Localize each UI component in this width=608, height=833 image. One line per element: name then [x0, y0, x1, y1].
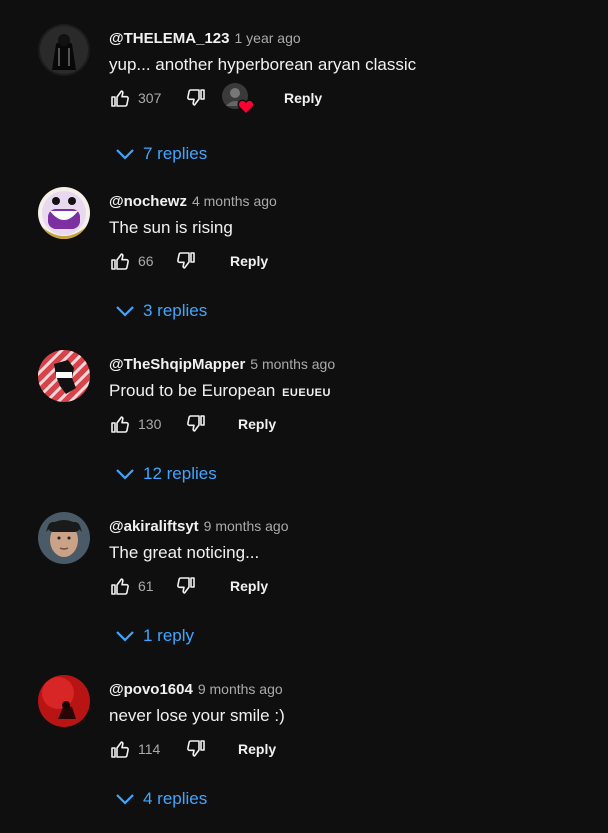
- replies-label: 1 reply: [143, 626, 195, 645]
- dislike-button[interactable]: [174, 574, 198, 598]
- like-count: 114: [138, 741, 161, 757]
- comment-text: never lose your smile :): [109, 706, 285, 726]
- timestamp[interactable]: 9 months ago: [204, 518, 289, 534]
- comment-thread: @THELEMA_123 1 year ago yup... another hy…: [0, 20, 608, 182]
- avatar[interactable]: [38, 512, 90, 564]
- avatar[interactable]: [38, 350, 90, 402]
- dislike-button[interactable]: [174, 249, 198, 273]
- dislike-button[interactable]: [184, 86, 208, 110]
- view-replies-button[interactable]: 3 replies: [113, 299, 207, 327]
- like-count: 66: [138, 253, 154, 269]
- comment-text: The sun is rising: [109, 218, 233, 238]
- thumbs-up-icon: [111, 578, 129, 595]
- comment-text: yup... another hyperborean aryan classic: [109, 55, 416, 75]
- thumbs-down-icon: [187, 89, 205, 106]
- comment-header: @TheShqipMapper 5 months ago: [109, 356, 335, 374]
- timestamp[interactable]: 1 year ago: [235, 30, 301, 46]
- timestamp[interactable]: 9 months ago: [198, 681, 283, 697]
- author-name[interactable]: @THELEMA_123: [109, 30, 230, 47]
- view-replies-button[interactable]: 1 reply: [113, 624, 194, 652]
- thumbs-up-icon: [111, 416, 129, 433]
- dislike-button[interactable]: [184, 412, 208, 436]
- like-count: 61: [138, 578, 154, 594]
- thumbs-down-icon: [187, 740, 205, 757]
- comment-text-main: The sun is rising: [109, 218, 233, 237]
- dark-figure-avatar-icon: [38, 24, 90, 76]
- comment-text: The great noticing...: [109, 543, 259, 563]
- reply-button[interactable]: Reply: [284, 90, 322, 106]
- thumbs-down-icon: [177, 252, 195, 269]
- thumbs-down-icon: [177, 577, 195, 594]
- timestamp[interactable]: 4 months ago: [192, 193, 277, 209]
- chevron-down-icon: [116, 306, 134, 317]
- comment-text: Proud to be European EUEUEU: [109, 381, 331, 401]
- comment-thread: @povo1604 9 months ago never lose your sm…: [0, 671, 608, 833]
- avatar[interactable]: [38, 24, 90, 76]
- comment-text-main: The great noticing...: [109, 543, 260, 562]
- replies-label: 4 replies: [143, 789, 208, 808]
- thumbs-up-icon: [111, 253, 129, 270]
- author-name[interactable]: @nochewz: [109, 193, 187, 210]
- comment-header: @akiraliftsyt 9 months ago: [109, 518, 289, 536]
- comment-text-main: never lose your smile :): [109, 706, 285, 725]
- like-count: 130: [138, 416, 162, 432]
- chevron-down-icon: [116, 149, 134, 160]
- like-count: 307: [138, 90, 162, 106]
- comment-header: @nochewz 4 months ago: [109, 193, 277, 211]
- striped-map-avatar-icon: [38, 350, 90, 402]
- reply-button[interactable]: Reply: [238, 741, 276, 757]
- like-button[interactable]: [108, 86, 132, 110]
- comment-header: @povo1604 9 months ago: [109, 681, 283, 699]
- avatar[interactable]: [38, 187, 90, 239]
- thumbs-up-icon: [111, 90, 129, 107]
- comment-text-main: yup... another hyperborean aryan classic: [109, 55, 417, 74]
- comment-thread: @nochewz 4 months ago The sun is rising 6…: [0, 183, 608, 345]
- chevron-down-icon: [116, 794, 134, 805]
- reply-button[interactable]: Reply: [238, 416, 276, 432]
- dislike-button[interactable]: [184, 737, 208, 761]
- creator-avatar-heart-icon: [222, 83, 255, 116]
- author-name[interactable]: @akiraliftsyt: [109, 518, 199, 535]
- comment-text-main: Proud to be European: [109, 381, 276, 400]
- timestamp[interactable]: 5 months ago: [250, 356, 335, 372]
- avatar[interactable]: [38, 675, 90, 727]
- comment-thread: @TheShqipMapper 5 months ago Proud to be …: [0, 346, 608, 508]
- reply-button[interactable]: Reply: [230, 253, 268, 269]
- comment-thread: @akiraliftsyt 9 months ago The great noti…: [0, 508, 608, 670]
- like-button[interactable]: [108, 574, 132, 598]
- author-name[interactable]: @TheShqipMapper: [109, 356, 245, 373]
- chevron-down-icon: [116, 631, 134, 642]
- replies-label: 12 replies: [143, 464, 217, 483]
- creator-heart-badge: [220, 80, 256, 116]
- red-scene-avatar-icon: [38, 675, 90, 727]
- chevron-down-icon: [116, 469, 134, 480]
- view-replies-button[interactable]: 7 replies: [113, 142, 207, 170]
- comment-text-suffix: EUEUEU: [282, 387, 331, 399]
- view-replies-button[interactable]: 12 replies: [113, 462, 217, 490]
- like-button[interactable]: [108, 249, 132, 273]
- thumbs-up-icon: [111, 741, 129, 758]
- replies-label: 3 replies: [143, 301, 208, 320]
- like-button[interactable]: [108, 412, 132, 436]
- view-replies-button[interactable]: 4 replies: [113, 787, 207, 815]
- like-button[interactable]: [108, 737, 132, 761]
- thumbs-down-icon: [187, 415, 205, 432]
- author-name[interactable]: @povo1604: [109, 681, 193, 698]
- replies-label: 7 replies: [143, 144, 208, 163]
- person-photo-avatar-icon: [38, 512, 90, 564]
- reply-button[interactable]: Reply: [230, 578, 268, 594]
- grinning-face-avatar-icon: [38, 187, 90, 239]
- comment-header: @THELEMA_123 1 year ago: [109, 30, 301, 48]
